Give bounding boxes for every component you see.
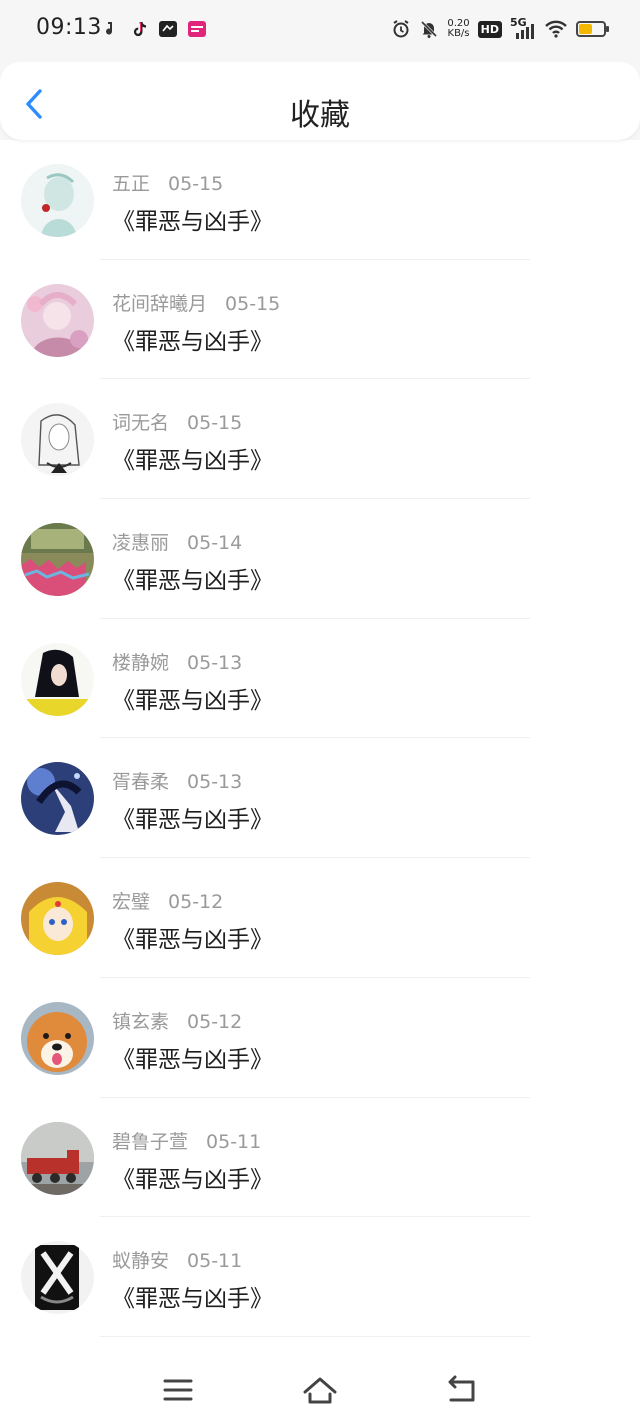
divider: [100, 1335, 530, 1337]
item-date: 05-12: [187, 1010, 243, 1033]
avatar[interactable]: [21, 1121, 94, 1195]
user-name[interactable]: 五正: [112, 173, 150, 195]
mute-bell-icon: [421, 20, 438, 38]
user-name[interactable]: 胥春柔: [112, 771, 169, 793]
user-name[interactable]: 镇玄素: [112, 1011, 169, 1033]
home-icon[interactable]: [300, 1370, 340, 1410]
item-meta: 镇玄素 05-12: [112, 1007, 242, 1034]
signal-bars-icon: [516, 24, 534, 39]
item-date: 05-15: [225, 292, 281, 315]
item-title[interactable]: 《罪恶与凶手》: [112, 202, 273, 236]
list-item[interactable]: 花间辞曦月 05-15 《罪恶与凶手》: [0, 260, 640, 380]
item-title[interactable]: 《罪恶与凶手》: [112, 1040, 273, 1074]
svg-text:.: .: [25, 704, 28, 715]
user-name[interactable]: 碧鲁子萱: [112, 1131, 188, 1153]
item-title[interactable]: 《罪恶与凶手》: [112, 322, 273, 356]
avatar[interactable]: [21, 283, 94, 357]
item-title[interactable]: 《罪恶与凶手》: [112, 561, 273, 595]
shopping-app-icon: [188, 21, 206, 37]
avatar[interactable]: [21, 523, 94, 597]
avatar[interactable]: [21, 403, 94, 477]
item-meta: 胥春柔 05-13: [112, 767, 242, 794]
item-meta: 凌惠丽 05-14: [112, 528, 242, 555]
system-navigation-bar: [0, 1350, 640, 1427]
avatar[interactable]: [21, 1241, 94, 1315]
item-meta: 词无名 05-15: [112, 408, 242, 435]
favorites-list: 五正 05-15 《罪恶与凶手》 花间辞曦月 05-15 《罪恶与凶手》 词无名 05-15 《…: [0, 140, 640, 1337]
battery-icon: [576, 21, 609, 37]
list-item[interactable]: 五正 05-15 《罪恶与凶手》: [0, 140, 640, 260]
net-speed: 0.20 KB/s: [447, 18, 470, 39]
item-date: 05-14: [187, 532, 243, 555]
item-date: 05-11: [187, 1250, 243, 1273]
list-item[interactable]: 宏璧 05-12 《罪恶与凶手》: [0, 858, 640, 978]
item-date: 05-11: [206, 1130, 262, 1153]
navigation-bar: 收藏: [0, 62, 640, 140]
item-date: 05-13: [187, 771, 243, 794]
avatar[interactable]: .: [21, 642, 94, 716]
tiktok-icon: [133, 22, 146, 37]
avatar[interactable]: [21, 164, 94, 237]
list-item[interactable]: 蚁静安 05-11 《罪恶与凶手》: [0, 1217, 640, 1337]
list-item[interactable]: 凌惠丽 05-14 《罪恶与凶手》: [0, 499, 640, 619]
user-name[interactable]: 楼静婉: [112, 652, 169, 674]
item-date: 05-12: [168, 891, 224, 914]
user-name[interactable]: 词无名: [112, 412, 169, 434]
status-time: 09:13: [36, 15, 102, 40]
alarm-icon: [393, 20, 409, 38]
list-item[interactable]: 胥春柔 05-13 《罪恶与凶手》: [0, 738, 640, 859]
item-meta: 蚁静安 05-11: [112, 1246, 242, 1273]
list-item[interactable]: 词无名 05-15 《罪恶与凶手》: [0, 379, 640, 500]
top-area: 09:13 0.20 KB/s HD 5G 收藏: [0, 0, 640, 140]
item-title[interactable]: 《罪恶与凶手》: [112, 1160, 273, 1194]
list-item[interactable]: . 楼静婉 05-13 《罪恶与凶手》: [0, 619, 640, 739]
app-badge-icon: [159, 21, 177, 37]
hd-badge: HD: [477, 20, 502, 38]
back-arrow-icon[interactable]: [442, 1370, 482, 1410]
avatar[interactable]: [21, 762, 94, 836]
item-title[interactable]: 《罪恶与凶手》: [112, 920, 273, 954]
user-name[interactable]: 宏璧: [112, 891, 150, 913]
user-name[interactable]: 花间辞曦月: [112, 293, 207, 315]
item-title[interactable]: 《罪恶与凶手》: [112, 800, 273, 834]
item-title[interactable]: 《罪恶与凶手》: [112, 1279, 273, 1313]
avatar[interactable]: [21, 1001, 94, 1075]
item-meta: 五正 05-15: [112, 169, 223, 196]
item-title[interactable]: 《罪恶与凶手》: [112, 441, 273, 475]
item-title[interactable]: 《罪恶与凶手》: [112, 681, 273, 715]
item-meta: 楼静婉 05-13: [112, 648, 242, 675]
list-item[interactable]: 碧鲁子萱 05-11 《罪恶与凶手》: [0, 1098, 640, 1218]
status-bar: 09:13 0.20 KB/s HD 5G: [0, 0, 640, 60]
item-date: 05-15: [187, 412, 243, 435]
page-title: 收藏: [290, 98, 350, 133]
avatar[interactable]: [21, 882, 94, 956]
wifi-icon: [545, 20, 567, 38]
item-date: 05-13: [187, 651, 243, 674]
user-name[interactable]: 凌惠丽: [112, 532, 169, 554]
music-note-icon: [106, 22, 113, 35]
signal-strength: 5G: [510, 16, 536, 40]
user-name[interactable]: 蚁静安: [112, 1250, 169, 1272]
list-item[interactable]: 镇玄素 05-12 《罪恶与凶手》: [0, 978, 640, 1098]
item-date: 05-15: [168, 173, 224, 195]
battery-level: [579, 24, 592, 34]
item-meta: 碧鲁子萱 05-11: [112, 1127, 261, 1154]
menu-icon[interactable]: [158, 1370, 198, 1410]
item-meta: 花间辞曦月 05-15: [112, 289, 280, 316]
item-meta: 宏璧 05-12: [112, 887, 223, 914]
